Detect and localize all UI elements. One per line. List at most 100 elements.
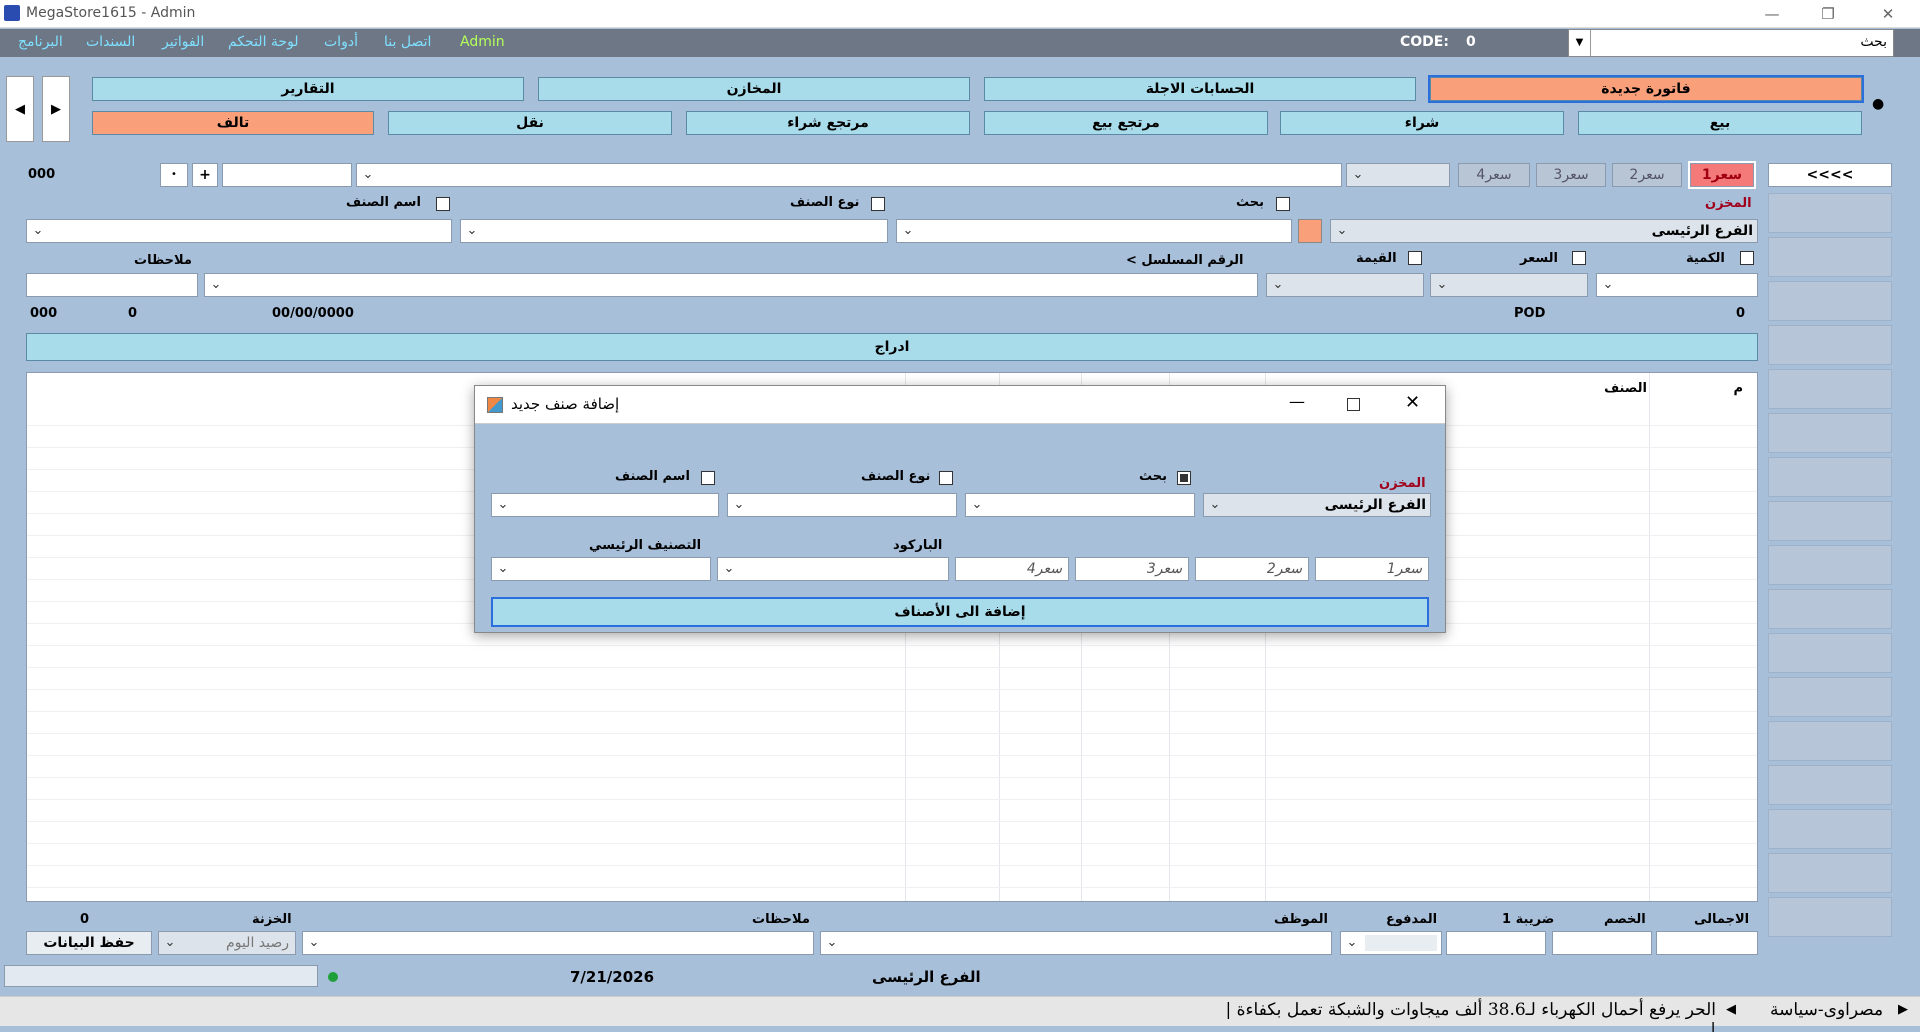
discount-input[interactable] <box>1552 931 1652 955</box>
side-button[interactable] <box>1768 589 1892 629</box>
type-checkbox[interactable] <box>871 197 885 211</box>
side-button[interactable] <box>1768 413 1892 453</box>
maximize-icon[interactable] <box>1347 398 1360 411</box>
tax-input[interactable] <box>1446 931 1546 955</box>
footer-notes-select[interactable]: ⌄ <box>302 931 814 955</box>
side-button[interactable] <box>1768 721 1892 761</box>
tab-price4[interactable]: سعر4 <box>1458 163 1530 187</box>
side-button[interactable] <box>1768 677 1892 717</box>
menu-invoices[interactable]: الفواتير <box>162 34 204 50</box>
dialog-type-checkbox[interactable] <box>939 471 953 485</box>
side-button[interactable] <box>1768 897 1892 937</box>
side-button[interactable] <box>1768 853 1892 893</box>
ticker-prev-icon[interactable]: ◀ <box>1726 1002 1736 1017</box>
side-button[interactable] <box>1768 765 1892 805</box>
price2-input[interactable]: سعر2 <box>1195 557 1309 581</box>
side-button[interactable] <box>1768 237 1892 277</box>
type-select[interactable]: ⌄ <box>460 219 888 243</box>
search-select[interactable]: ⌄ <box>896 219 1292 243</box>
paid-select[interactable]: ⌄ <box>1340 931 1442 955</box>
side-button[interactable] <box>1768 457 1892 497</box>
menu-program[interactable]: البرنامج <box>18 34 63 50</box>
item-select[interactable]: ⌄ <box>356 163 1342 187</box>
side-button[interactable] <box>1768 501 1892 541</box>
side-button[interactable] <box>1768 545 1892 585</box>
dialog-name-checkbox[interactable] <box>701 471 715 485</box>
side-button[interactable] <box>1768 193 1892 233</box>
qty-checkbox[interactable] <box>1740 251 1754 265</box>
new-invoice-button[interactable]: فاتورة جديدة <box>1428 75 1864 103</box>
dot-icon[interactable]: ● <box>1872 96 1884 112</box>
side-button[interactable] <box>1768 633 1892 673</box>
menu-control-panel[interactable]: لوحة التحكم <box>228 34 299 50</box>
minimize-icon[interactable]: — <box>1289 392 1305 411</box>
dialog-store-value: الفرع الرئيسى <box>1324 497 1426 513</box>
prev-arrow-icon[interactable]: ◀ <box>6 76 34 142</box>
deferred-accounts-button[interactable]: الحسابات الاجلة <box>984 77 1416 101</box>
side-button[interactable] <box>1768 369 1892 409</box>
search-checkbox[interactable] <box>1276 197 1290 211</box>
total-input[interactable] <box>1656 931 1758 955</box>
dialog-type-select[interactable]: ⌄ <box>727 493 957 517</box>
tab-price1[interactable]: سعر1 <box>1688 161 1756 189</box>
menu-tools[interactable]: أدوات <box>324 34 358 50</box>
status-zero: 0 <box>1736 306 1746 321</box>
more-prices-button[interactable]: <<<< <box>1768 163 1892 187</box>
notes-input[interactable] <box>26 273 198 297</box>
ticker-headline: الحر يرفع أحمال الكهرباء لـ38.6 ألف ميجا… <box>1225 1000 1716 1032</box>
save-data-button[interactable]: حفظ البيانات <box>26 931 152 955</box>
cash-select[interactable]: ⌄ رصيد اليوم <box>158 931 296 955</box>
color-swatch[interactable] <box>1298 219 1322 243</box>
purchase-return-button[interactable]: مرتجع شراء <box>686 111 970 135</box>
reports-button[interactable]: التقارير <box>92 77 524 101</box>
tab-price3[interactable]: سعر3 <box>1536 163 1606 187</box>
ticker-next-icon[interactable]: ▶ <box>1898 1002 1908 1017</box>
menu-vouchers[interactable]: السندات <box>86 34 135 50</box>
price-checkbox[interactable] <box>1572 251 1586 265</box>
add-to-items-button[interactable]: إضافة الى الأصناف <box>491 597 1429 627</box>
close-icon[interactable]: ✕ <box>1868 2 1908 26</box>
menu-admin[interactable]: Admin <box>460 34 505 50</box>
restore-icon[interactable]: ❐ <box>1808 2 1848 26</box>
price1-input[interactable]: سعر1 <box>1315 557 1429 581</box>
insert-button[interactable]: ادراج <box>26 333 1758 361</box>
transfer-button[interactable]: نقل <box>388 111 672 135</box>
dialog-search-checkbox[interactable] <box>1177 471 1191 485</box>
store-select[interactable]: ⌄ الفرع الرئيسى <box>1330 219 1758 243</box>
price-select[interactable]: ⌄ <box>1346 163 1450 187</box>
side-button[interactable] <box>1768 325 1892 365</box>
serial-select[interactable]: ⌄ <box>204 273 1258 297</box>
next-arrow-icon[interactable]: ▶ <box>42 76 70 142</box>
dialog-store-select[interactable]: ⌄ الفرع الرئيسى <box>1203 493 1431 517</box>
add-item-button[interactable]: + <box>192 163 218 187</box>
price3-input[interactable]: سعر3 <box>1075 557 1189 581</box>
price4-input[interactable]: سعر4 <box>955 557 1069 581</box>
dot-button[interactable]: • <box>160 163 188 187</box>
chevron-down-icon[interactable]: ▼ <box>1569 30 1591 56</box>
damaged-button[interactable]: تالف <box>92 111 374 135</box>
value-checkbox[interactable] <box>1408 251 1422 265</box>
barcode-select[interactable]: ⌄ <box>717 557 949 581</box>
minimize-icon[interactable]: — <box>1752 2 1792 26</box>
name-select[interactable]: ⌄ <box>26 219 452 243</box>
qty-select[interactable]: ⌄ <box>1596 273 1758 297</box>
dialog-name-select[interactable]: ⌄ <box>491 493 719 517</box>
side-button[interactable] <box>1768 281 1892 321</box>
value-select[interactable]: ⌄ <box>1266 273 1424 297</box>
close-icon[interactable]: ✕ <box>1405 392 1420 413</box>
sell-button[interactable]: بيع <box>1578 111 1862 135</box>
buy-button[interactable]: شراء <box>1280 111 1564 135</box>
chevron-down-icon: ⌄ <box>1602 277 1614 292</box>
sales-return-button[interactable]: مرتجع بيع <box>984 111 1268 135</box>
stores-button[interactable]: المخازن <box>538 77 970 101</box>
name-checkbox[interactable] <box>436 197 450 211</box>
side-button[interactable] <box>1768 809 1892 849</box>
search-input[interactable]: ▼ بحث <box>1568 29 1894 57</box>
main-category-select[interactable]: ⌄ <box>491 557 711 581</box>
dialog-search-select[interactable]: ⌄ <box>965 493 1195 517</box>
menu-contact[interactable]: اتصل بنا <box>384 34 431 50</box>
item-code-input[interactable] <box>222 163 352 187</box>
tab-price2[interactable]: سعر2 <box>1612 163 1682 187</box>
price-value-select[interactable]: ⌄ <box>1430 273 1588 297</box>
employee-select[interactable]: ⌄ <box>820 931 1332 955</box>
